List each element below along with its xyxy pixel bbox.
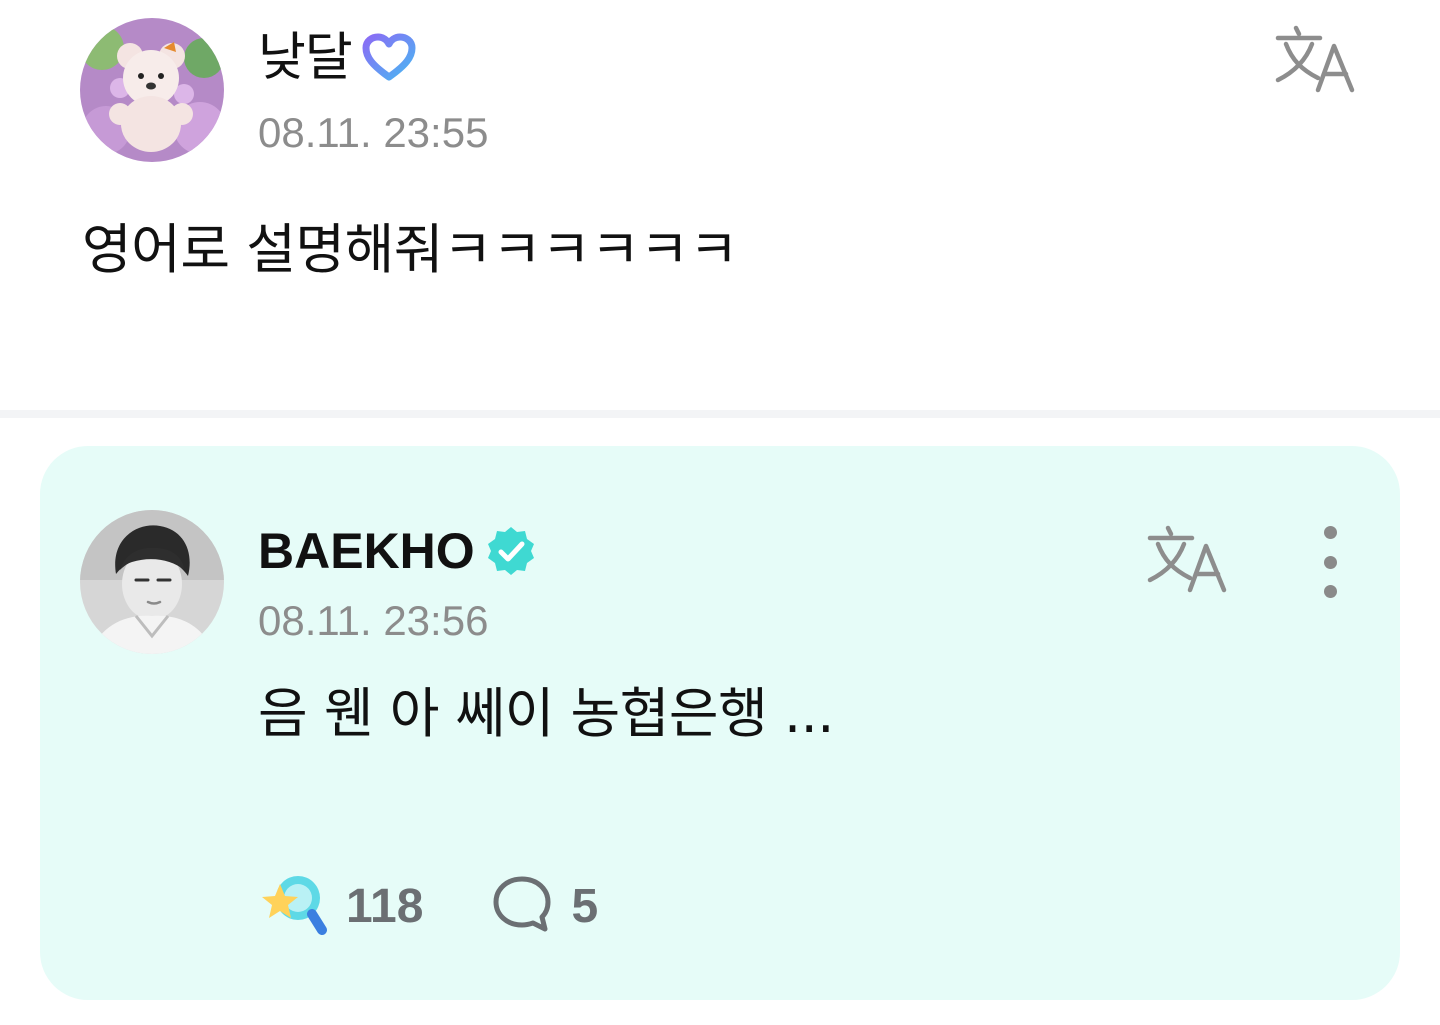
- artist-reply-card[interactable]: BAEKHO 08.11. 23:56 음 웬 아 쎄이 농협은행 ... 11…: [40, 446, 1400, 1000]
- reply-author-avatar[interactable]: [80, 510, 224, 654]
- translate-icon[interactable]: [1272, 24, 1362, 96]
- star-search-reaction-icon: [258, 872, 328, 940]
- reply-body-text: 음 웬 아 쎄이 농협은행 ...: [258, 682, 834, 745]
- post-timestamp: 08.11. 23:55: [258, 109, 489, 156]
- section-divider: [0, 410, 1440, 418]
- reply-author-name[interactable]: BAEKHO: [258, 521, 475, 581]
- comment-count: 5: [571, 879, 599, 933]
- reply-actions: 118 5: [258, 866, 598, 946]
- post-author-row: 낮달: [258, 28, 416, 88]
- comment-button[interactable]: 5: [491, 873, 598, 939]
- verified-badge-icon: [485, 525, 537, 577]
- more-dot: [1323, 526, 1337, 539]
- post-body-text: 영어로 설명해줘ㅋㅋㅋㅋㅋㅋ: [82, 218, 739, 281]
- translate-icon[interactable]: [1144, 524, 1234, 596]
- comment-bubble-icon: [491, 873, 553, 939]
- post-author-avatar[interactable]: [80, 18, 224, 162]
- more-vertical-icon[interactable]: [1310, 526, 1350, 598]
- reaction-button[interactable]: 118: [258, 872, 423, 940]
- more-dot: [1323, 585, 1337, 598]
- reaction-count: 118: [346, 879, 424, 933]
- fan-membership-heart-icon: [362, 33, 416, 83]
- more-dot: [1323, 555, 1337, 569]
- reply-timestamp: 08.11. 23:56: [258, 597, 489, 644]
- fan-post: 낮달 08.11. 23:55 영어로 설명해줘ㅋㅋㅋㅋㅋㅋ: [0, 0, 1440, 410]
- post-detail-page: 낮달 08.11. 23:55 영어로 설명해줘ㅋㅋㅋㅋㅋㅋ BAEKHO 08…: [0, 0, 1440, 1025]
- post-author-name[interactable]: 낮달: [258, 28, 353, 88]
- reply-author-row: BAEKHO: [258, 521, 537, 581]
